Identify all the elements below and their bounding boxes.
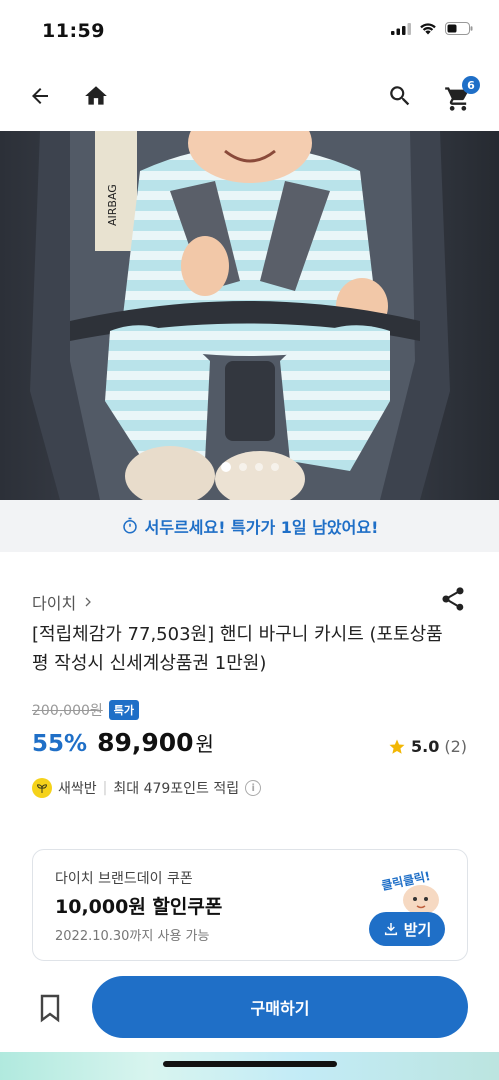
product-photo: AIRBAG bbox=[0, 131, 499, 500]
sale-price: 89,900 bbox=[97, 728, 194, 757]
share-button[interactable] bbox=[439, 585, 467, 613]
nav-bar: 6 bbox=[0, 62, 499, 130]
coupon-brand-text: 다이치 브랜드데이 쿠폰 bbox=[55, 871, 193, 887]
home-icon bbox=[85, 86, 107, 105]
cellular-signal-icon bbox=[391, 22, 411, 35]
special-deal-badge: 특가 bbox=[108, 700, 140, 720]
share-icon bbox=[442, 587, 464, 611]
points-text: 최대 479포인트 적립 bbox=[113, 781, 240, 797]
coupon-amount: 10,000원 할인쿠폰 bbox=[55, 896, 223, 918]
arrow-left-icon bbox=[32, 88, 48, 104]
search-button[interactable] bbox=[380, 76, 420, 116]
currency-unit: 원 bbox=[195, 732, 214, 756]
status-icons bbox=[391, 22, 473, 35]
info-icon[interactable]: i bbox=[245, 780, 262, 796]
status-bar: 11:59 bbox=[0, 0, 499, 62]
brand-name: 다이치 bbox=[32, 594, 77, 613]
discount-rate: 55% bbox=[32, 731, 88, 757]
rating[interactable]: 5.0 (2) bbox=[388, 737, 467, 756]
carousel-dot[interactable] bbox=[254, 463, 263, 471]
points-row: 새싹반 | 최대 479포인트 적립 i bbox=[32, 778, 262, 798]
stopwatch-icon bbox=[122, 517, 137, 534]
chevron-right-icon bbox=[85, 597, 92, 607]
cart-count-badge: 6 bbox=[462, 76, 480, 94]
urgency-banner: 서두르세요! 특가가 1일 남았어요! bbox=[0, 500, 499, 552]
carousel-dot[interactable] bbox=[220, 462, 231, 472]
price-row: 55% 89,900 원 bbox=[32, 728, 214, 757]
product-image-carousel[interactable]: AIRBAG bbox=[0, 131, 499, 500]
battery-icon bbox=[445, 22, 473, 35]
buy-button[interactable]: 구매하기 bbox=[92, 976, 468, 1038]
carousel-dot[interactable] bbox=[238, 463, 247, 471]
carousel-dots bbox=[0, 462, 499, 472]
get-coupon-label: 받기 bbox=[403, 920, 432, 939]
divider: | bbox=[102, 780, 108, 796]
member-grade: 새싹반 bbox=[58, 781, 97, 797]
brand-link[interactable]: 다이치 bbox=[32, 590, 94, 614]
product-title: [적립체감가 77,503원] 핸디 바구니 카시트 (포토상품평 작성시 신세… bbox=[32, 624, 443, 674]
get-coupon-button[interactable]: 받기 bbox=[369, 912, 445, 946]
sprout-grade-icon bbox=[32, 778, 52, 798]
bookmark-icon bbox=[40, 994, 60, 1023]
svg-text:AIRBAG: AIRBAG bbox=[106, 184, 119, 226]
coupon-valid-date: 2022.10.30까지 사용 가능 bbox=[55, 929, 210, 944]
star-icon bbox=[389, 739, 405, 754]
home-indicator bbox=[163, 1061, 337, 1067]
wifi-icon bbox=[420, 23, 436, 35]
original-price-row: 200,000원 특가 bbox=[32, 700, 140, 720]
rating-value: 5.0 bbox=[410, 737, 440, 756]
cart-button[interactable]: 6 bbox=[436, 76, 480, 116]
bookmark-button[interactable] bbox=[34, 990, 66, 1026]
bottom-action-bar: 구매하기 bbox=[0, 970, 499, 1080]
original-price: 200,000원 bbox=[32, 703, 103, 719]
status-time: 11:59 bbox=[42, 20, 105, 42]
urgency-text: 서두르세요! 특가가 1일 남았어요! bbox=[144, 518, 379, 537]
search-icon bbox=[390, 86, 410, 106]
carousel-dot[interactable] bbox=[270, 463, 279, 471]
home-button[interactable] bbox=[76, 76, 116, 116]
coupon-card: 다이치 브랜드데이 쿠폰 10,000원 할인쿠폰 2022.10.30까지 사… bbox=[32, 849, 468, 961]
review-count: (2) bbox=[444, 737, 467, 756]
download-icon bbox=[384, 923, 397, 936]
back-button[interactable] bbox=[20, 76, 60, 116]
